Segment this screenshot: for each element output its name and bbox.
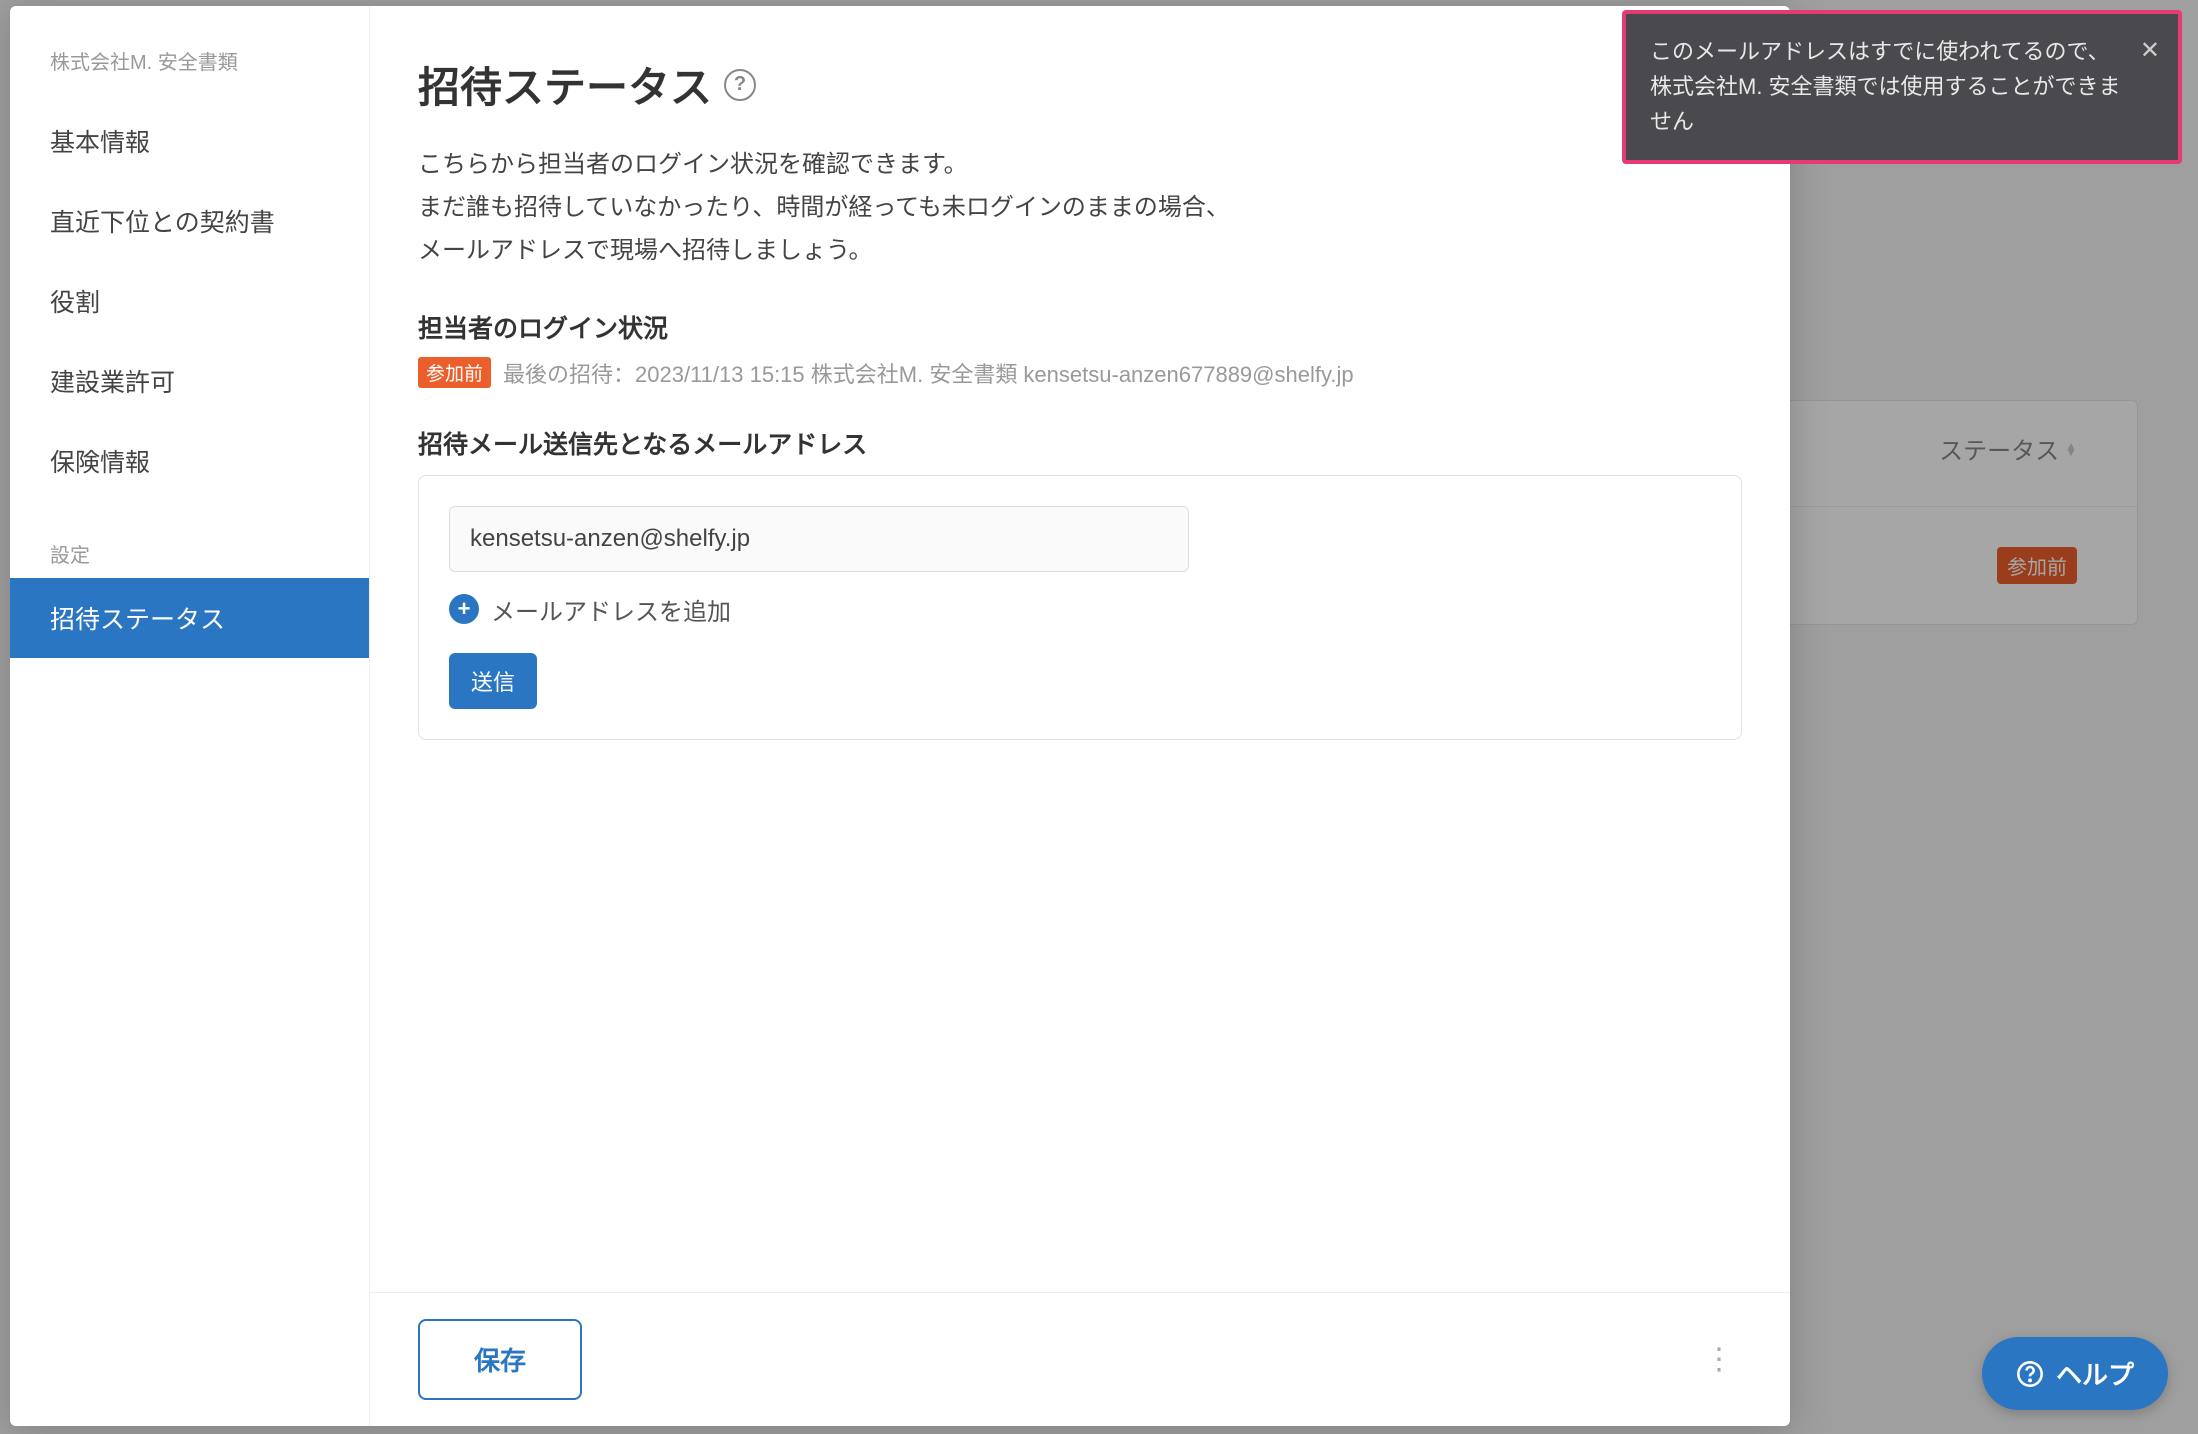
save-button[interactable]: 保存 bbox=[418, 1319, 582, 1400]
invite-status-modal: 株式会社M. 安全書類 基本情報 直近下位との契約書 役割 建設業許可 保険情報… bbox=[10, 6, 1790, 1426]
close-icon[interactable]: ✕ bbox=[2140, 32, 2160, 70]
overflow-menu-icon[interactable]: ⋮ bbox=[1696, 1334, 1742, 1385]
login-status-heading: 担当者のログイン状況 bbox=[418, 309, 1742, 345]
sidebar-item-role[interactable]: 役割 bbox=[10, 261, 369, 341]
description: こちらから担当者のログイン状況を確認できます。 まだ誰も招待していなかったり、時… bbox=[418, 143, 1742, 273]
sidebar: 株式会社M. 安全書類 基本情報 直近下位との契約書 役割 建設業許可 保険情報… bbox=[10, 6, 370, 1426]
sidebar-item-contract[interactable]: 直近下位との契約書 bbox=[10, 181, 369, 261]
sidebar-item-label: 役割 bbox=[50, 289, 100, 317]
status-line: 参加前 最後の招待：2023/11/13 15:15 株式会社M. 安全書類 k… bbox=[418, 357, 1742, 389]
status-badge: 参加前 bbox=[418, 357, 491, 388]
email-heading: 招待メール送信先となるメールアドレス bbox=[418, 425, 1742, 461]
last-invite-text: 最後の招待：2023/11/13 15:15 株式会社M. 安全書類 kense… bbox=[503, 357, 1354, 389]
modal-footer: 保存 ⋮ bbox=[370, 1292, 1790, 1426]
sidebar-item-label: 招待ステータス bbox=[50, 606, 225, 634]
sidebar-item-label: 建設業許可 bbox=[50, 369, 175, 397]
add-email-label: メールアドレスを追加 bbox=[491, 592, 731, 627]
help-circle-icon bbox=[2016, 1360, 2044, 1388]
help-fab[interactable]: ヘルプ bbox=[1982, 1337, 2168, 1410]
plus-icon: + bbox=[449, 594, 479, 624]
page-title: 招待ステータス ? bbox=[418, 54, 1742, 115]
sidebar-item-basic-info[interactable]: 基本情報 bbox=[10, 101, 369, 181]
send-button[interactable]: 送信 bbox=[449, 653, 537, 709]
main-content: 招待ステータス ? こちらから担当者のログイン状況を確認できます。 まだ誰も招待… bbox=[370, 6, 1790, 1426]
help-icon[interactable]: ? bbox=[724, 69, 756, 101]
help-fab-label: ヘルプ bbox=[2056, 1355, 2134, 1392]
email-input[interactable] bbox=[449, 506, 1189, 572]
sidebar-org-name: 株式会社M. 安全書類 bbox=[10, 46, 369, 101]
sidebar-item-label: 保険情報 bbox=[50, 449, 150, 477]
sidebar-item-construction-permit[interactable]: 建設業許可 bbox=[10, 341, 369, 421]
sidebar-item-invite-status[interactable]: 招待ステータス bbox=[10, 578, 369, 658]
sidebar-item-insurance[interactable]: 保険情報 bbox=[10, 421, 369, 501]
sidebar-item-label: 基本情報 bbox=[50, 129, 150, 157]
email-panel: + メールアドレスを追加 送信 bbox=[418, 475, 1742, 740]
error-toast: このメールアドレスはすでに使われてるので、株式会社M. 安全書類では使用すること… bbox=[1622, 10, 2182, 164]
toast-message: このメールアドレスはすでに使われてるので、株式会社M. 安全書類では使用すること… bbox=[1650, 39, 2121, 134]
sidebar-section-settings: 設定 bbox=[10, 501, 369, 578]
sidebar-item-label: 直近下位との契約書 bbox=[50, 209, 275, 237]
add-email-button[interactable]: + メールアドレスを追加 bbox=[449, 592, 1711, 627]
